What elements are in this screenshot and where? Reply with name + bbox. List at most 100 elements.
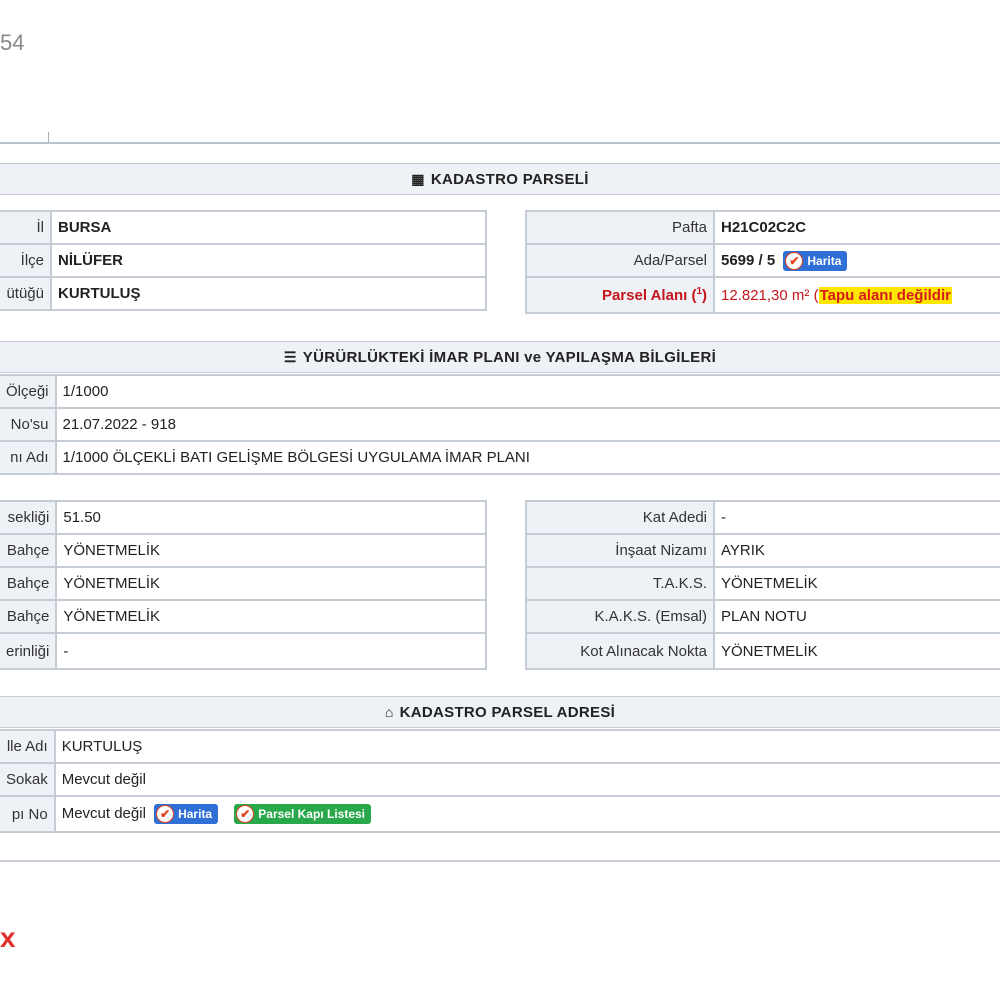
parsel-alani-label: Parsel Alanı ( <box>601 287 697 304</box>
row-value: YÖNETMELİK <box>55 599 487 634</box>
row-value: KURTULUŞ <box>53 729 1000 764</box>
imar-section-title: YÜRÜRLÜKTEKİ İMAR PLANI ve YAPILAŞMA BİL… <box>302 348 717 366</box>
row-label: Ölçeği <box>0 374 57 409</box>
table-row: Ölçeği 1/1000 <box>0 374 1000 409</box>
row-label: pı No <box>0 795 56 833</box>
row-label: Bahçe <box>0 566 58 601</box>
ada-parsel-value: 5699 / 5 <box>721 251 776 269</box>
table-row: Sokak Mevcut değil <box>0 762 1000 797</box>
adres-section-header: ⌂ KADASTRO PARSEL ADRESİ <box>0 696 1000 728</box>
parsel-kapi-listesi-button[interactable]: ✔ Parsel Kapı Listesi <box>234 804 371 824</box>
row-label: sekliği <box>0 500 58 535</box>
kapi-no-cell: Mevcut değil ✔ Harita ✔ Parsel Kapı List… <box>53 795 1000 833</box>
table-row: nı Adı 1/1000 ÖLÇEKLİ BATI GELİŞME BÖLGE… <box>0 440 1000 475</box>
kadastro-left-table: İl BURSA İlçe NİLÜFER ütüğü KURTULUŞ <box>0 210 487 311</box>
harita-button[interactable]: ✔ Harita <box>783 250 848 271</box>
divider-tick <box>48 132 49 142</box>
pafta-label: Pafta <box>525 210 715 245</box>
ada-parsel-label: Ada/Parsel <box>525 243 715 278</box>
row-label: lle Adı <box>0 729 56 764</box>
imar-right-table: Kat Adedi - İnşaat Nizamı AYRIK T.A.K.S.… <box>525 500 1000 670</box>
table-row: ütüğü KURTULUŞ <box>0 276 487 311</box>
table-row: K.A.K.S. (Emsal) PLAN NOTU <box>525 599 1000 634</box>
parsel-alani-value: 12.821,30 m² <box>721 286 810 304</box>
row-value: AYRIK <box>713 533 1000 568</box>
adres-harita-button[interactable]: ✔ Harita <box>154 804 219 824</box>
row-label: K.A.K.S. (Emsal) <box>525 599 715 634</box>
table-row: Ada/Parsel 5699 / 5 ✔ Harita <box>525 243 1000 278</box>
row-label: ütüğü <box>0 276 52 311</box>
table-row: pı No Mevcut değil ✔ Harita ✔ Parsel Kap… <box>0 795 1000 833</box>
adres-table: lle Adı KURTULUŞ Sokak Mevcut değil pı N… <box>0 729 1000 833</box>
row-value: 1/1000 <box>54 374 1000 409</box>
table-row: Bahçe YÖNETMELİK <box>0 533 487 568</box>
row-label: No'su <box>0 407 57 442</box>
table-row: Bahçe YÖNETMELİK <box>0 566 487 601</box>
row-value: 21.07.2022 - 918 <box>54 407 1000 442</box>
table-row: İnşaat Nizamı AYRIK <box>525 533 1000 568</box>
row-value: YÖNETMELİK <box>713 632 1000 670</box>
list-icon: ☰ <box>283 348 297 365</box>
row-label: İnşaat Nizamı <box>525 533 715 568</box>
page-number-fragment: 54 <box>0 30 25 55</box>
row-label: Kat Adedi <box>525 500 715 535</box>
imar-plan-table: Ölçeği 1/1000 No'su 21.07.2022 - 918 nı … <box>0 374 1000 475</box>
warning-open-paren: ( <box>813 286 819 304</box>
row-value: PLAN NOTU <box>713 599 1000 634</box>
row-value: 51.50 <box>55 500 487 535</box>
map-marker-icon: ✔ <box>785 251 804 270</box>
kadastro-section-title: KADASTRO PARSELİ <box>430 170 589 188</box>
row-label: erinliği <box>0 632 58 670</box>
row-value: YÖNETMELİK <box>713 566 1000 601</box>
parsel-alani-label-cell: Parsel Alanı (1) <box>525 276 715 314</box>
row-value: Mevcut değil <box>61 804 146 822</box>
imar-section-header: ☰ YÜRÜRLÜKTEKİ İMAR PLANI ve YAPILAŞMA B… <box>0 341 1000 373</box>
row-value: YÖNETMELİK <box>55 533 487 568</box>
parsel-alani-label-end: ) <box>702 287 707 304</box>
row-value: KURTULUŞ <box>50 276 487 311</box>
home-icon: ⌂ <box>384 704 394 720</box>
row-label: Kot Alınacak Nokta <box>525 632 715 670</box>
table-row: Kat Adedi - <box>525 500 1000 535</box>
kadastro-right-table: Pafta H21C02C2C Ada/Parsel 5699 / 5 ✔ Ha… <box>525 210 1000 314</box>
map-marker-icon: ✔ <box>236 805 255 823</box>
row-label: İlçe <box>0 243 52 278</box>
parsel-alani-cell: 12.821,30 m² (Tapu alanı değildir <box>713 276 1000 314</box>
table-row: sekliği 51.50 <box>0 500 487 535</box>
map-marker-icon: ✔ <box>156 805 175 823</box>
row-label: nı Adı <box>0 440 57 475</box>
row-value: YÖNETMELİK <box>55 566 487 601</box>
table-row: No'su 21.07.2022 - 918 <box>0 407 1000 442</box>
table-row: İl BURSA <box>0 210 487 245</box>
kadastro-section-header: ▦ KADASTRO PARSELİ <box>0 163 1000 195</box>
row-value: - <box>55 632 487 670</box>
table-row: Bahçe YÖNETMELİK <box>0 599 487 634</box>
parsel-kapi-listesi-label: Parsel Kapı Listesi <box>258 807 365 821</box>
adres-harita-button-label: Harita <box>178 807 213 821</box>
row-value: - <box>713 500 1000 535</box>
table-row: erinliği - <box>0 632 487 670</box>
harita-button-label: Harita <box>807 253 842 268</box>
tapu-warning-badge: Tapu alanı değildir <box>818 286 952 304</box>
table-row: Parsel Alanı (1) 12.821,30 m² (Tapu alan… <box>525 276 1000 314</box>
table-row: lle Adı KURTULUŞ <box>0 729 1000 764</box>
row-label: Sokak <box>0 762 56 797</box>
ada-parsel-cell: 5699 / 5 ✔ Harita <box>713 243 1000 278</box>
table-row: T.A.K.S. YÖNETMELİK <box>525 566 1000 601</box>
row-value: Mevcut değil <box>53 762 1000 797</box>
grid-icon: ▦ <box>411 170 425 187</box>
row-label: T.A.K.S. <box>525 566 715 601</box>
row-value: 1/1000 ÖLÇEKLİ BATI GELİŞME BÖLGESİ UYGU… <box>54 440 1000 475</box>
row-value: NİLÜFER <box>50 243 487 278</box>
row-label: İl <box>0 210 52 245</box>
row-label: Bahçe <box>0 599 58 634</box>
row-value: BURSA <box>50 210 487 245</box>
imar-left-table: sekliği 51.50 Bahçe YÖNETMELİK Bahçe YÖN… <box>0 500 487 670</box>
row-label: Bahçe <box>0 533 58 568</box>
table-row: Kot Alınacak Nokta YÖNETMELİK <box>525 632 1000 670</box>
pafta-value: H21C02C2C <box>713 210 1000 245</box>
table-row: Pafta H21C02C2C <box>525 210 1000 245</box>
table-row: İlçe NİLÜFER <box>0 243 487 278</box>
corner-mark: x <box>0 922 16 953</box>
adres-section-title: KADASTRO PARSEL ADRESİ <box>399 703 616 721</box>
